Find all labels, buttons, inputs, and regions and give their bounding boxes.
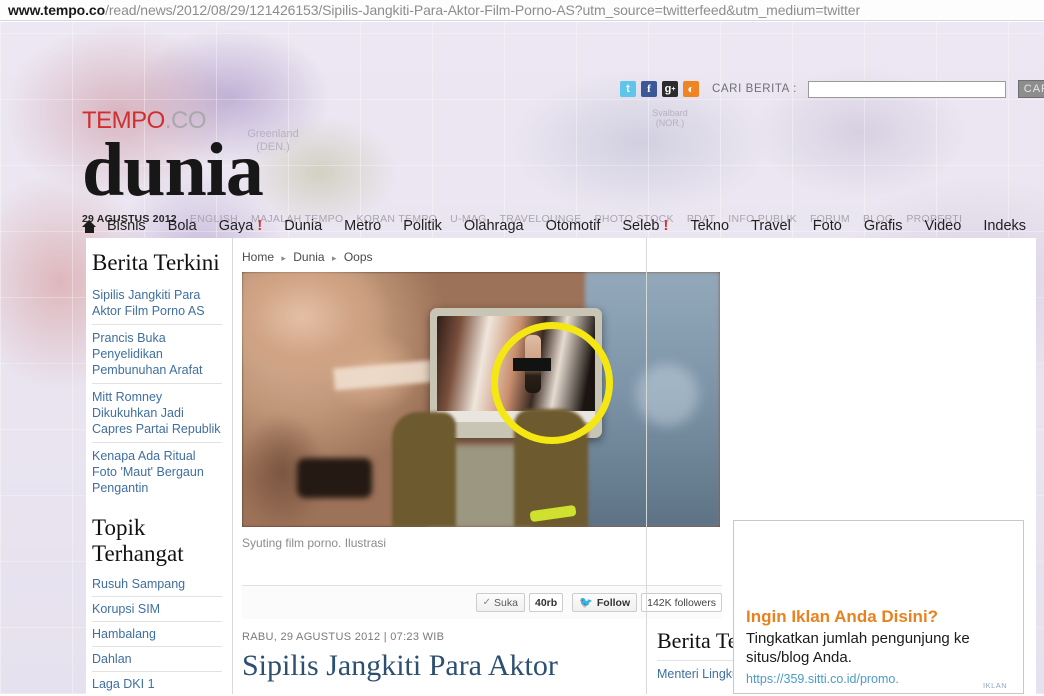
url-path: /read/news/2012/08/29/121426153/Sipilis-… [105,2,861,18]
list-item: Dahlan [92,646,222,671]
nav-label: Seleb [622,218,660,234]
nav-item-travel[interactable]: Travel [740,218,802,234]
main-navigation: Bisnis Bola Gaya ! Dunia Metro Politik O… [78,212,1036,240]
ad-label: IKLAN [983,681,1008,690]
nav-label: Indeks [983,218,1027,234]
nav-item-gaya[interactable]: Gaya ! [208,218,274,234]
site-logo[interactable]: TEMPO.CO dunia [82,107,264,212]
hot-topics-heading: Topik Terhangat [92,514,184,566]
nav-item-otomotif[interactable]: Otomotif [535,218,612,234]
latest-news-link-3[interactable]: Mitt Romney Dikukuhkan Jadi Capres Parta… [92,384,222,442]
facebook-like-button[interactable]: ✓ Suka [475,593,525,612]
ad-title: Ingin Iklan Anda Disini? [746,607,939,626]
list-item: Prancis Buka Penyelidikan Pembunuhan Ara… [92,323,222,383]
list-item: Sipilis Jangkiti Para Aktor Film Porno A… [92,282,222,324]
nav-item-dunia[interactable]: Dunia [273,218,333,234]
nav-item-bisnis[interactable]: Bisnis [96,218,157,234]
search-label: CARI BERITA : [712,83,797,95]
ad-body: Tingkatkan jumlah pengunjung ke situs/bl… [746,630,970,667]
content-sheet: Berita Terkini Sipilis Jangkiti Para Akt… [86,238,1036,694]
search-input[interactable] [807,80,1006,98]
like-label: Suka [494,596,518,609]
photo-dark-band [297,458,372,498]
nav-label: Metro [344,218,382,234]
breadcrumb-item-dunia[interactable]: Dunia [293,250,324,264]
breadcrumb-separator: ▸ [331,253,337,263]
social-and-search-bar: t f g+ ◐ CARI BERITA : CARI [620,80,1044,98]
nav-item-tekno[interactable]: Tekno [679,218,740,234]
breadcrumb-separator: ▸ [281,253,286,263]
hot-topics-list: Rusuh Sampang Korupsi SIM Hambalang Dahl… [92,572,222,696]
check-icon: ✓ [482,597,492,608]
nav-label: Gaya [218,218,254,234]
nav-item-video[interactable]: Video [913,218,972,234]
nav-label: Bisnis [107,218,146,234]
topic-link-korupsi-sim[interactable]: Korupsi SIM [92,597,222,621]
nav-item-grafis[interactable]: Grafis [853,218,914,234]
breadcrumb-item-home[interactable]: Home [242,250,274,264]
search-button[interactable]: CARI [1017,80,1044,98]
latest-news-link-2[interactable]: Prancis Buka Penyelidikan Pembunuhan Ara… [92,325,222,383]
annotation-circle [491,322,613,444]
advertisement-box[interactable]: Ingin Iklan Anda Disini? Tingkatkan juml… [733,520,1024,694]
nav-badge-new: ! [663,218,669,234]
list-item: Rusuh Sampang [92,572,222,596]
nav-item-seleb[interactable]: Seleb ! [611,218,679,234]
twitter-follow-button[interactable]: 🐦 Follow [572,593,638,612]
nav-item-foto[interactable]: Foto [802,218,853,234]
like-count-badge: 40rb [528,593,564,612]
url-host: www.tempo.co [8,2,106,18]
list-item: Kenapa Ada Ritual Foto 'Maut' Bergaun Pe… [92,441,222,501]
list-item: Mitt Romney Dikukuhkan Jadi Capres Parta… [92,382,222,442]
twitter-icon[interactable]: t [620,81,636,97]
twitter-bird-icon: 🐦 [579,597,593,609]
nav-label: Politik [403,218,442,234]
nav-label: Travel [751,218,791,234]
nav-label: Olahraga [463,218,524,234]
nav-label: Foto [812,218,842,234]
site-header: t f g+ ◐ CARI BERITA : CARI TEMPO.CO dun… [0,22,1044,236]
topic-link-rusuh-sampang[interactable]: Rusuh Sampang [92,572,222,596]
list-item: Laga DKI 1 [92,671,222,696]
nav-label: Bola [167,218,197,234]
nav-item-indeks[interactable]: Indeks [972,218,1037,234]
photo-hand-left [392,412,456,527]
topic-link-laga-dki-1[interactable]: Laga DKI 1 [92,672,222,696]
list-item: Hambalang [92,621,222,646]
latest-news-heading: Berita Terkini [92,250,220,275]
topic-link-hambalang[interactable]: Hambalang [92,622,222,646]
rss-icon[interactable]: ◐ [683,81,699,97]
latest-news-link-4[interactable]: Kenapa Ada Ritual Foto 'Maut' Bergaun Pe… [92,443,222,501]
facebook-icon[interactable]: f [641,81,657,97]
nav-label: Grafis [863,218,903,234]
nav-item-bola[interactable]: Bola [157,218,208,234]
nav-badge-new: ! [257,218,263,234]
browser-url-bar[interactable]: www.tempo.co/read/news/2012/08/29/121426… [0,0,1044,21]
nav-label: Video [924,218,962,234]
list-item: Korupsi SIM [92,596,222,621]
ad-link[interactable]: https://359.sitti.co.id/promo. [746,672,1011,686]
nav-label: Tekno [690,218,730,234]
nav-item-politik[interactable]: Politik [392,218,453,234]
follow-label: Follow [596,596,631,609]
breadcrumb-item-oops[interactable]: Oops [344,250,373,264]
nav-label: Otomotif [545,218,601,234]
latest-news-link-1[interactable]: Sipilis Jangkiti Para Aktor Film Porno A… [92,282,222,324]
google-plus-icon[interactable]: g + [662,81,678,97]
nav-item-metro[interactable]: Metro [333,218,392,234]
latest-news-list: Sipilis Jangkiti Para Aktor Film Porno A… [92,282,222,501]
left-sidebar: Berita Terkini Sipilis Jangkiti Para Akt… [86,238,233,694]
nav-item-olahraga[interactable]: Olahraga [453,218,535,234]
topic-link-dahlan[interactable]: Dahlan [92,647,222,671]
nav-label: Dunia [284,218,323,234]
section-wordmark: dunia [82,128,264,212]
